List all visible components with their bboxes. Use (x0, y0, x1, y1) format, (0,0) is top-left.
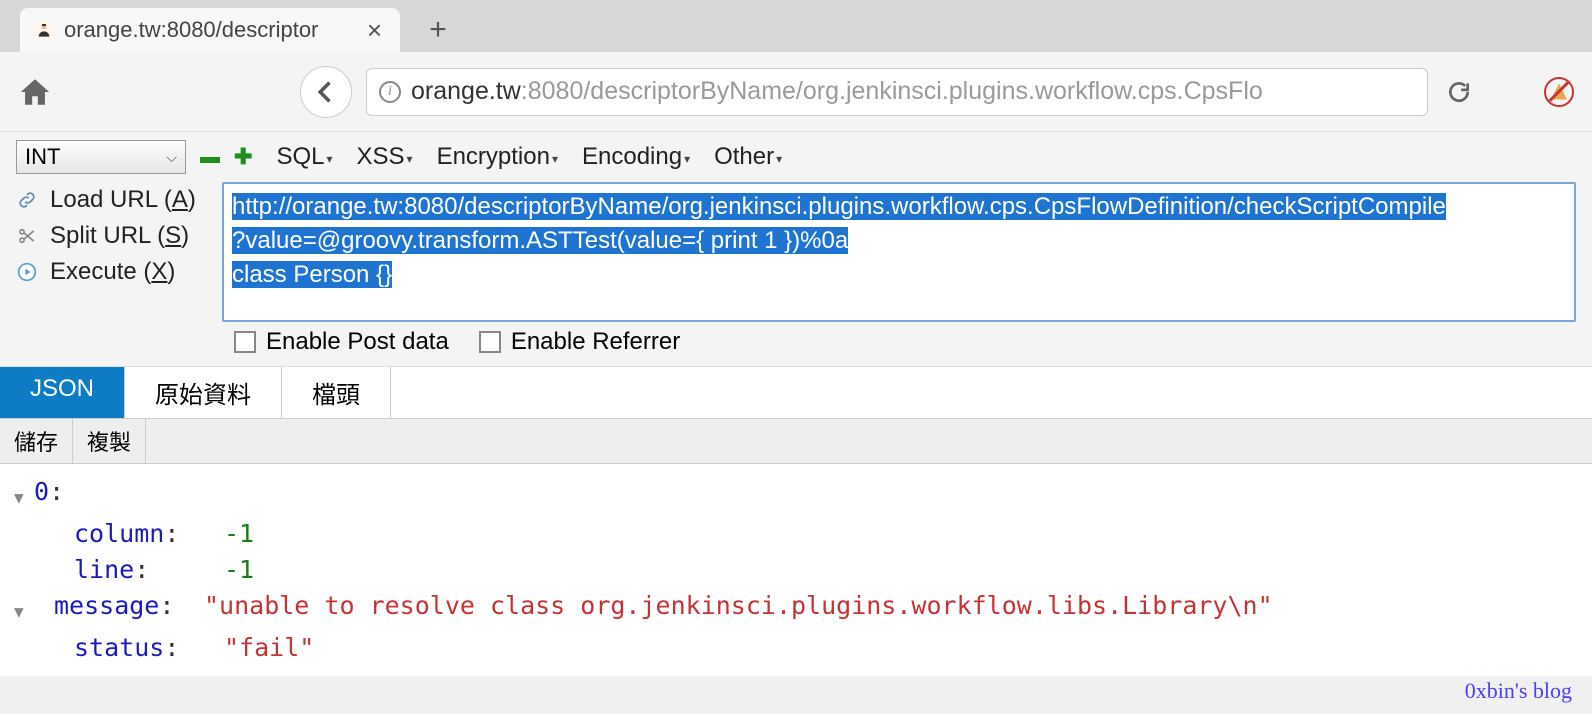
address-text: orange.tw:8080/descriptorByName/org.jenk… (411, 77, 1263, 106)
tab-title: orange.tw:8080/descriptor (64, 17, 353, 43)
menu-encryption[interactable]: Encryption▾ (437, 143, 558, 171)
chevron-down-icon: ⌵ (166, 149, 177, 166)
scissors-icon (16, 225, 38, 247)
load-url-button[interactable]: Load URL (A) (16, 186, 214, 214)
address-row: i orange.tw:8080/descriptorByName/org.je… (0, 52, 1592, 132)
menu-xss[interactable]: XSS▾ (357, 143, 413, 171)
checkbox-icon (479, 331, 501, 353)
checkbox-icon (234, 331, 256, 353)
tab-json[interactable]: JSON (0, 367, 125, 418)
home-icon[interactable] (18, 75, 52, 109)
plus-icon[interactable]: ✚ (234, 144, 252, 170)
copy-button[interactable]: 複製 (73, 419, 146, 463)
tab-raw[interactable]: 原始資料 (125, 367, 282, 418)
json-viewer: ▼ 0: column: -1 line: -1 ▼ message: "una… (0, 464, 1592, 676)
link-icon (16, 189, 38, 211)
tab-close-icon[interactable]: × (363, 15, 386, 46)
back-button[interactable] (300, 66, 352, 118)
type-select[interactable]: INT ⌵ (16, 140, 186, 174)
menu-other[interactable]: Other▾ (714, 143, 782, 171)
textarea-line: class Person {} (232, 261, 392, 288)
response-tabs: JSON 原始資料 檔頭 (0, 367, 1592, 419)
textarea-line: ?value=@groovy.transform.ASTTest(value={… (232, 227, 848, 254)
url-textarea[interactable]: http://orange.tw:8080/descriptorByName/o… (222, 182, 1576, 322)
tab-headers[interactable]: 檔頭 (282, 367, 391, 418)
menu-sql[interactable]: SQL▾ (276, 143, 332, 171)
hackbar-panel: INT ⌵ ▬ ✚ SQL▾ XSS▾ Encryption▾ Encoding… (0, 132, 1592, 367)
noscript-icon[interactable] (1544, 77, 1574, 107)
save-button[interactable]: 儲存 (0, 419, 73, 463)
textarea-line: http://orange.tw:8080/descriptorByName/o… (232, 193, 1446, 220)
minus-icon[interactable]: ▬ (200, 146, 220, 169)
execute-button[interactable]: Execute (X) (16, 258, 214, 286)
favicon-icon (34, 20, 54, 40)
json-key: status (74, 633, 164, 662)
menu-encoding[interactable]: Encoding▾ (582, 143, 690, 171)
json-key: column (74, 519, 164, 548)
browser-tabbar: orange.tw:8080/descriptor × + (0, 0, 1592, 52)
response-actions: 儲存 複製 (0, 419, 1592, 464)
reload-button[interactable] (1442, 75, 1476, 109)
play-icon (16, 261, 38, 283)
info-icon[interactable]: i (379, 81, 401, 103)
collapse-icon[interactable]: ▼ (14, 594, 34, 630)
hackbar-menus: SQL▾ XSS▾ Encryption▾ Encoding▾ Other▾ (276, 143, 782, 171)
json-value: "fail" (224, 630, 314, 666)
new-tab-button[interactable]: + (420, 12, 456, 48)
address-bar[interactable]: i orange.tw:8080/descriptorByName/org.je… (366, 68, 1428, 116)
browser-tab[interactable]: orange.tw:8080/descriptor × (20, 8, 400, 52)
watermark: 0xbin's blog (1465, 678, 1572, 704)
json-key: 0 (34, 474, 49, 510)
collapse-icon[interactable]: ▼ (14, 480, 34, 516)
hackbar-sidebar: Load URL (A) Split URL (S) Execute (X) (16, 182, 214, 286)
enable-post-checkbox[interactable]: Enable Post data (234, 328, 449, 356)
json-value: "unable to resolve class org.jenkinsci.p… (204, 588, 1273, 624)
json-key: message (54, 591, 159, 620)
json-value: -1 (224, 552, 254, 588)
type-select-value: INT (25, 144, 60, 170)
enable-referrer-checkbox[interactable]: Enable Referrer (479, 328, 680, 356)
split-url-button[interactable]: Split URL (S) (16, 222, 214, 250)
json-value: -1 (224, 516, 254, 552)
json-key: line (74, 555, 134, 584)
